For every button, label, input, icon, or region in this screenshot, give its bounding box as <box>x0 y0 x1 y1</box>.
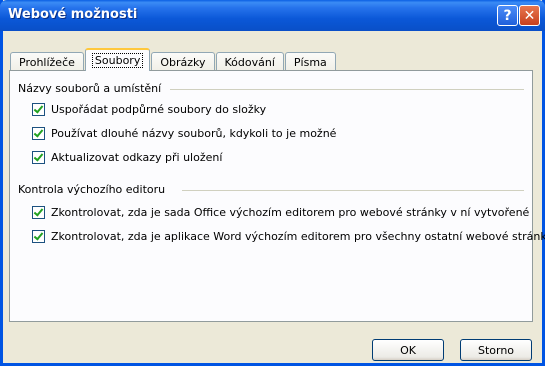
option-update-links[interactable]: Aktualizovat odkazy při uložení <box>32 151 222 164</box>
close-icon: ✕ <box>523 7 536 24</box>
group-label-files: Názvy souborů a umístění <box>18 82 162 95</box>
tab-encoding[interactable]: Kódování <box>215 52 284 71</box>
tab-label: Obrázky <box>160 55 206 69</box>
checkbox-checked-icon[interactable] <box>32 230 45 243</box>
cancel-button[interactable]: Storno <box>460 339 532 361</box>
checkbox-checked-icon[interactable] <box>32 127 45 140</box>
tab-label: Písma <box>293 55 327 69</box>
tab-fonts[interactable]: Písma <box>284 52 336 71</box>
tab-browsers[interactable]: Prohlížeče <box>10 52 84 71</box>
tab-label: Soubory <box>91 53 144 68</box>
help-button[interactable]: ? <box>497 5 518 26</box>
tab-label: Kódování <box>224 55 275 69</box>
option-label: Používat dlouhé názvy souborů, kdykoli t… <box>51 127 337 140</box>
option-label: Zkontrolovat, zda je aplikace Word výcho… <box>51 230 545 243</box>
ok-button-label: OK <box>400 343 416 357</box>
checkbox-checked-icon[interactable] <box>32 103 45 116</box>
option-label: Uspořádat podpůrné soubory do složky <box>51 103 267 116</box>
option-label: Aktualizovat odkazy při uložení <box>51 151 223 164</box>
checkbox-checked-icon[interactable] <box>32 206 45 219</box>
group-divider <box>170 89 524 90</box>
close-button[interactable]: ✕ <box>519 5 540 26</box>
tab-pictures[interactable]: Obrázky <box>151 52 215 71</box>
title-bar[interactable]: Webové možnosti ? ✕ <box>0 0 545 31</box>
window-title: Webové možnosti <box>8 7 138 22</box>
help-icon: ? <box>503 7 512 24</box>
tab-label: Prohlížeče <box>19 55 75 69</box>
option-check-word-editor[interactable]: Zkontrolovat, zda je aplikace Word výcho… <box>32 230 545 243</box>
cancel-button-label: Storno <box>477 343 515 357</box>
option-check-office-editor[interactable]: Zkontrolovat, zda je sada Office výchozí… <box>32 206 529 219</box>
option-long-filenames[interactable]: Používat dlouhé názvy souborů, kdykoli t… <box>32 127 336 140</box>
option-organize-files[interactable]: Uspořádat podpůrné soubory do složky <box>32 103 266 116</box>
option-label: Zkontrolovat, zda je sada Office výchozí… <box>51 206 530 219</box>
group-label-editor: Kontrola výchozího editoru <box>18 183 166 196</box>
checkbox-checked-icon[interactable] <box>32 151 45 164</box>
tab-files[interactable]: Soubory <box>84 48 151 71</box>
group-divider <box>182 190 524 191</box>
tab-panel-files: Názvy souborů a umístění Uspořádat podpů… <box>9 70 545 322</box>
ok-button[interactable]: OK <box>372 339 444 361</box>
tab-strip: Prohlížeče Soubory Obrázky Kódování Písm… <box>10 48 337 71</box>
